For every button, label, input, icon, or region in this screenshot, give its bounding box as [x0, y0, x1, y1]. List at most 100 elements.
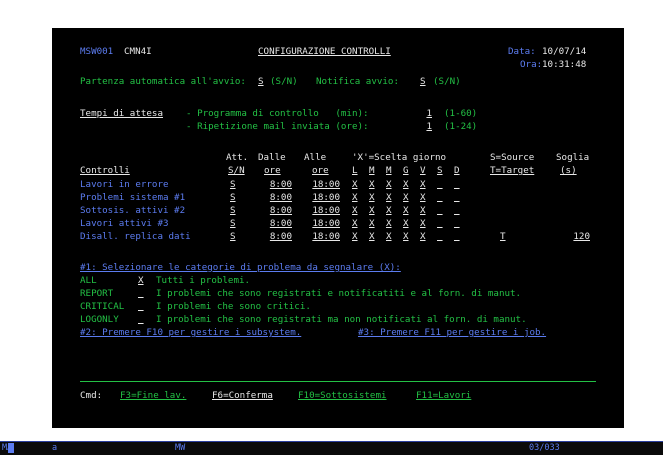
command-separator	[80, 381, 596, 382]
header-day-m1: M	[369, 165, 375, 176]
row-name: Problemi sistema #1	[80, 192, 186, 203]
header-day-v: V	[420, 165, 426, 176]
library-name: CMN4I	[124, 46, 152, 57]
option-field[interactable]: _	[138, 288, 144, 299]
date-value: 10/07/14	[542, 46, 587, 57]
day-field[interactable]: _	[437, 179, 443, 190]
header-day-s: S	[437, 165, 443, 176]
f10-subsystems-key[interactable]: F10=Sottosistemi	[298, 390, 387, 401]
f3-exit-key[interactable]: F3=Fine lav.	[120, 390, 186, 401]
threshold-field[interactable]: 120	[556, 231, 590, 242]
option-desc: I problemi che sono registrati e notific…	[156, 288, 522, 299]
day-field[interactable]: X	[352, 179, 358, 190]
day-field[interactable]: _	[437, 231, 443, 242]
day-field[interactable]: _	[454, 218, 460, 229]
time-label: Ora:	[520, 59, 543, 70]
day-field[interactable]: X	[352, 192, 358, 203]
row-from-field[interactable]: 8:00	[258, 218, 292, 229]
row-to-field[interactable]: 18:00	[306, 205, 340, 216]
mail-wait-label: - Ripetizione mail inviata (ore):	[186, 121, 369, 132]
day-field[interactable]: _	[454, 192, 460, 203]
mail-wait-field[interactable]: 1	[404, 121, 432, 132]
f11-jobs-key[interactable]: F11=Lavori	[416, 390, 471, 401]
day-field[interactable]: X	[352, 205, 358, 216]
option-field[interactable]: X	[138, 275, 144, 286]
day-field[interactable]: X	[386, 192, 392, 203]
option-code: REPORT	[80, 288, 114, 299]
row-from-field[interactable]: 8:00	[258, 179, 292, 190]
day-field[interactable]: X	[369, 179, 375, 190]
header-target: T=Target	[490, 165, 535, 176]
day-field[interactable]: X	[386, 218, 392, 229]
cursor-position: 03/033	[529, 443, 560, 453]
day-field[interactable]: X	[403, 218, 409, 229]
day-field[interactable]: X	[420, 205, 426, 216]
input-mode-indicator: a	[52, 443, 58, 453]
row-to-field[interactable]: 18:00	[306, 231, 340, 242]
day-field[interactable]: X	[403, 179, 409, 190]
notify-field[interactable]: S	[420, 76, 426, 87]
day-field[interactable]: X	[386, 205, 392, 216]
day-field[interactable]: X	[369, 231, 375, 242]
mail-wait-hint: (1-24)	[444, 121, 478, 132]
row-att-field[interactable]: S	[230, 231, 236, 242]
option-desc: I problemi che sono registrati ma non no…	[156, 314, 527, 325]
day-field[interactable]: X	[352, 231, 358, 242]
source-target-field[interactable]: T	[500, 231, 506, 242]
day-field[interactable]: _	[437, 205, 443, 216]
day-field[interactable]: X	[420, 231, 426, 242]
notify-hint: (S/N)	[433, 76, 461, 87]
row-att-field[interactable]: S	[230, 218, 236, 229]
program-wait-hint: (1-60)	[444, 108, 478, 119]
page-title: CONFIGURAZIONE CONTROLLI	[258, 46, 391, 57]
row-from-field[interactable]: 8:00	[258, 205, 292, 216]
row-att-field[interactable]: S	[230, 192, 236, 203]
row-att-field[interactable]: S	[230, 205, 236, 216]
terminal-screen: MSW001 CMN4I CONFIGURAZIONE CONTROLLI Da…	[52, 28, 624, 428]
row-to-field[interactable]: 18:00	[306, 218, 340, 229]
day-field[interactable]: X	[369, 218, 375, 229]
day-field[interactable]: _	[454, 231, 460, 242]
row-from-field[interactable]: 8:00	[258, 231, 292, 242]
header-seconds: (s)	[560, 165, 577, 176]
option-desc: Tutti i problemi.	[156, 275, 251, 286]
header-day-l: L	[352, 165, 358, 176]
row-att-field[interactable]: S	[230, 179, 236, 190]
day-field[interactable]: X	[352, 218, 358, 229]
row-to-field[interactable]: 18:00	[306, 192, 340, 203]
option-field[interactable]: _	[138, 314, 144, 325]
note-3: #3: Premere F11 per gestire i job.	[358, 327, 547, 338]
day-field[interactable]: _	[437, 192, 443, 203]
session-indicator: MA	[2, 443, 13, 453]
day-field[interactable]: X	[420, 179, 426, 190]
day-field[interactable]: X	[420, 218, 426, 229]
row-from-field[interactable]: 8:00	[258, 192, 292, 203]
header-source: S=Source	[490, 152, 535, 163]
header-day-g: G	[403, 165, 409, 176]
day-field[interactable]: X	[420, 192, 426, 203]
day-field[interactable]: X	[369, 205, 375, 216]
row-name: Lavori attivi #3	[80, 218, 169, 229]
row-to-field[interactable]: 18:00	[306, 179, 340, 190]
day-field[interactable]: X	[403, 192, 409, 203]
day-field[interactable]: X	[386, 231, 392, 242]
program-id: MSW001	[80, 46, 114, 57]
program-wait-field[interactable]: 1	[404, 108, 432, 119]
day-field[interactable]: X	[386, 179, 392, 190]
option-field[interactable]: _	[138, 301, 144, 312]
f6-confirm-key[interactable]: F6=Conferma	[212, 390, 273, 401]
header-alle: Alle	[304, 152, 327, 163]
row-name: Sottosis. attivi #2	[80, 205, 186, 216]
header-day-m2: M	[386, 165, 392, 176]
day-field[interactable]: _	[454, 205, 460, 216]
header-day-d: D	[454, 165, 460, 176]
autostart-field[interactable]: S	[258, 76, 264, 87]
day-field[interactable]: _	[454, 179, 460, 190]
day-field[interactable]: X	[403, 231, 409, 242]
day-field[interactable]: X	[403, 205, 409, 216]
header-soglia: Soglia	[556, 152, 590, 163]
day-field[interactable]: X	[369, 192, 375, 203]
day-field[interactable]: _	[437, 218, 443, 229]
status-bar: MA a MW 03/033	[0, 441, 663, 455]
header-ore-to: ore	[312, 165, 329, 176]
